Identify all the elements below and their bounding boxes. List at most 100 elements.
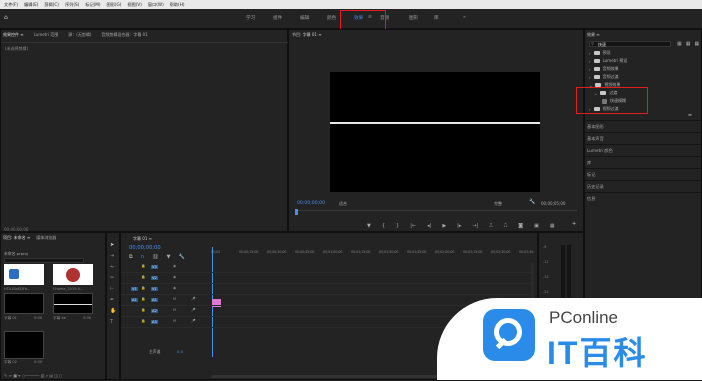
home-icon[interactable]: ⌂ [4, 15, 8, 21]
project-panel-tab[interactable]: 项目: 未命名 ≡ [3, 235, 30, 241]
add-button-icon[interactable]: + [572, 222, 576, 227]
mute-icon[interactable]: M [173, 319, 176, 324]
chevron-icon[interactable]: › [589, 59, 591, 64]
workspace-tab[interactable]: » [463, 15, 466, 20]
out-point-icon[interactable]: } [396, 223, 399, 229]
menu-item[interactable]: 编辑(E) [24, 2, 38, 8]
project-thumb-2[interactable] [53, 264, 93, 285]
ripple-edit-icon[interactable]: ⟛ [110, 265, 115, 270]
workspace-tab[interactable]: 学习 [246, 15, 255, 21]
nest-icon[interactable]: ⧉ [129, 254, 133, 260]
workspace-tab[interactable]: 组件 [273, 15, 282, 21]
source-panel-tab[interactable]: Lumetri 范围 [34, 32, 59, 38]
quality-dropdown[interactable]: 完整 [494, 201, 502, 207]
effects-section-header[interactable]: 基本图形 [585, 120, 702, 132]
timeline-track[interactable]: V2 🔒 ◉ [121, 274, 531, 284]
effects-section-header[interactable]: 标记 [585, 168, 702, 180]
track-label[interactable]: A3 [151, 320, 158, 324]
fit-dropdown[interactable]: 适合 [339, 201, 347, 207]
menu-item[interactable]: 文件(F) [4, 2, 18, 8]
effects-panel-title[interactable]: 效果 ≡ [587, 32, 600, 38]
chevron-icon[interactable]: › [589, 67, 591, 72]
program-scrubber[interactable] [295, 209, 577, 218]
workspace-tab[interactable]: 颜色 [327, 15, 336, 21]
add-marker-icon[interactable]: ▼ [167, 254, 171, 260]
eye-icon[interactable]: ◉ [173, 286, 176, 291]
lock-icon[interactable]: 🔒 [141, 275, 145, 280]
safe-margin-icon[interactable]: ▦ [550, 223, 555, 229]
track-label[interactable]: V1 [151, 287, 158, 291]
effects-section-header[interactable]: Lumetri 颜色 [585, 144, 702, 156]
project-thumb-1[interactable] [4, 264, 44, 285]
menu-item[interactable]: 视图(V) [127, 2, 142, 8]
workspace-tab[interactable]: 编辑 [300, 15, 309, 21]
menu-item[interactable]: 剪辑(C) [44, 2, 59, 8]
in-point-icon[interactable]: { [382, 223, 385, 229]
lock-icon[interactable]: 🔒 [141, 297, 145, 302]
chevron-icon[interactable]: › [589, 51, 591, 56]
effects-tree-item[interactable]: › Lumetri 预设 [589, 58, 627, 64]
source-panel-tab[interactable]: 源：(无剪辑) [68, 32, 91, 38]
menu-item[interactable]: 帮助(H) [170, 2, 185, 8]
timeline-track[interactable]: V3 🔒 ◉ [121, 263, 531, 273]
timeline-tab[interactable]: 字幕 01 ≡ [133, 236, 152, 242]
menu-item[interactable]: 序列(S) [65, 2, 79, 8]
type-tool-icon[interactable]: T [110, 320, 113, 325]
wrench-icon[interactable]: 🔧 [529, 200, 535, 205]
timeline-timecode[interactable]: 00;00;00;00 [129, 245, 161, 251]
track-label[interactable]: V3 [151, 265, 158, 269]
effects-search-field[interactable]: ⚲ 快速 [589, 41, 671, 47]
source-panel-tab[interactable]: 音频剪辑混合器：字幕 01 [101, 32, 147, 38]
yuv-effects-icon[interactable]: ▦ [694, 41, 699, 47]
linked-selection-icon[interactable]: ⛓ [152, 254, 158, 260]
source-patch[interactable]: V1 [131, 287, 138, 291]
effects-section-header[interactable]: 信息 [585, 192, 702, 204]
lift-icon[interactable]: ⎍ [489, 223, 493, 229]
mic-icon[interactable]: 🎤 [191, 308, 195, 313]
razor-tool-icon[interactable]: ✂ [110, 276, 114, 281]
track-label[interactable]: A2 [151, 309, 158, 313]
pen-tool-icon[interactable]: ✒ [110, 298, 114, 303]
snap-icon[interactable]: ∩ [141, 254, 145, 260]
project-search[interactable] [4, 258, 84, 263]
step-forward-icon[interactable]: |▸ [457, 223, 461, 229]
eye-icon[interactable]: ◉ [173, 275, 176, 280]
effects-section-header[interactable]: 历史记录 [585, 180, 702, 192]
menu-item[interactable]: 标记(M) [85, 2, 100, 8]
accelerated-effects-icon[interactable]: ▦ [677, 41, 682, 47]
menu-item[interactable]: 图形(G) [107, 2, 122, 8]
timeline-track[interactable]: V1 🔒 ◉ [121, 285, 531, 295]
effects-tree-item[interactable]: › 音频效果 [589, 66, 619, 72]
track-label[interactable]: V2 [151, 276, 158, 280]
track-select-icon[interactable]: ⇥ [110, 254, 114, 259]
mic-icon[interactable]: 🎤 [191, 319, 195, 324]
chevron-icon[interactable]: › [589, 75, 591, 80]
lock-icon[interactable]: 🔒 [141, 264, 145, 269]
workspace-tab[interactable]: 图形 [409, 15, 418, 21]
project-panel-tab[interactable]: 媒体浏览器 [36, 235, 56, 241]
eye-icon[interactable]: ◉ [173, 264, 176, 269]
workspace-tab[interactable]: 库 [434, 15, 439, 21]
slip-tool-icon[interactable]: ⊢ [110, 287, 114, 292]
program-monitor-title[interactable]: 节目: 字幕 01 ≡ [292, 32, 322, 38]
new-bin-icon[interactable]: ▬ [688, 113, 692, 117]
extract-icon[interactable]: ⎍ [504, 223, 508, 229]
mute-icon[interactable]: M [173, 297, 176, 302]
mute-icon[interactable]: M [173, 308, 176, 313]
marker-icon[interactable]: ▼ [367, 223, 371, 229]
master-value[interactable]: 0.0 [177, 349, 183, 354]
mic-icon[interactable]: 🎤 [191, 297, 195, 302]
selection-tool-icon[interactable]: ➤ [110, 243, 114, 248]
step-back-icon[interactable]: ◂| [427, 223, 431, 229]
program-timecode[interactable]: 00;00;00;00 [297, 201, 325, 206]
go-to-in-icon[interactable]: |← [410, 223, 416, 229]
lock-icon[interactable]: 🔒 [141, 319, 145, 324]
effects-tree-item[interactable]: › 音频过渡 [589, 74, 619, 80]
timeline-ruler[interactable]: 00;00 00;00;15;00 00;00;30;00 00;00;45;00 00… [211, 247, 534, 259]
project-thumb-4[interactable] [53, 293, 93, 314]
hand-tool-icon[interactable]: ✋ [110, 309, 116, 314]
play-icon[interactable]: ▶ [442, 223, 446, 229]
comparison-icon[interactable]: ▣ [534, 223, 539, 229]
project-thumb-5[interactable] [4, 331, 44, 359]
effects-tree-item[interactable]: › 预设 [589, 50, 611, 56]
